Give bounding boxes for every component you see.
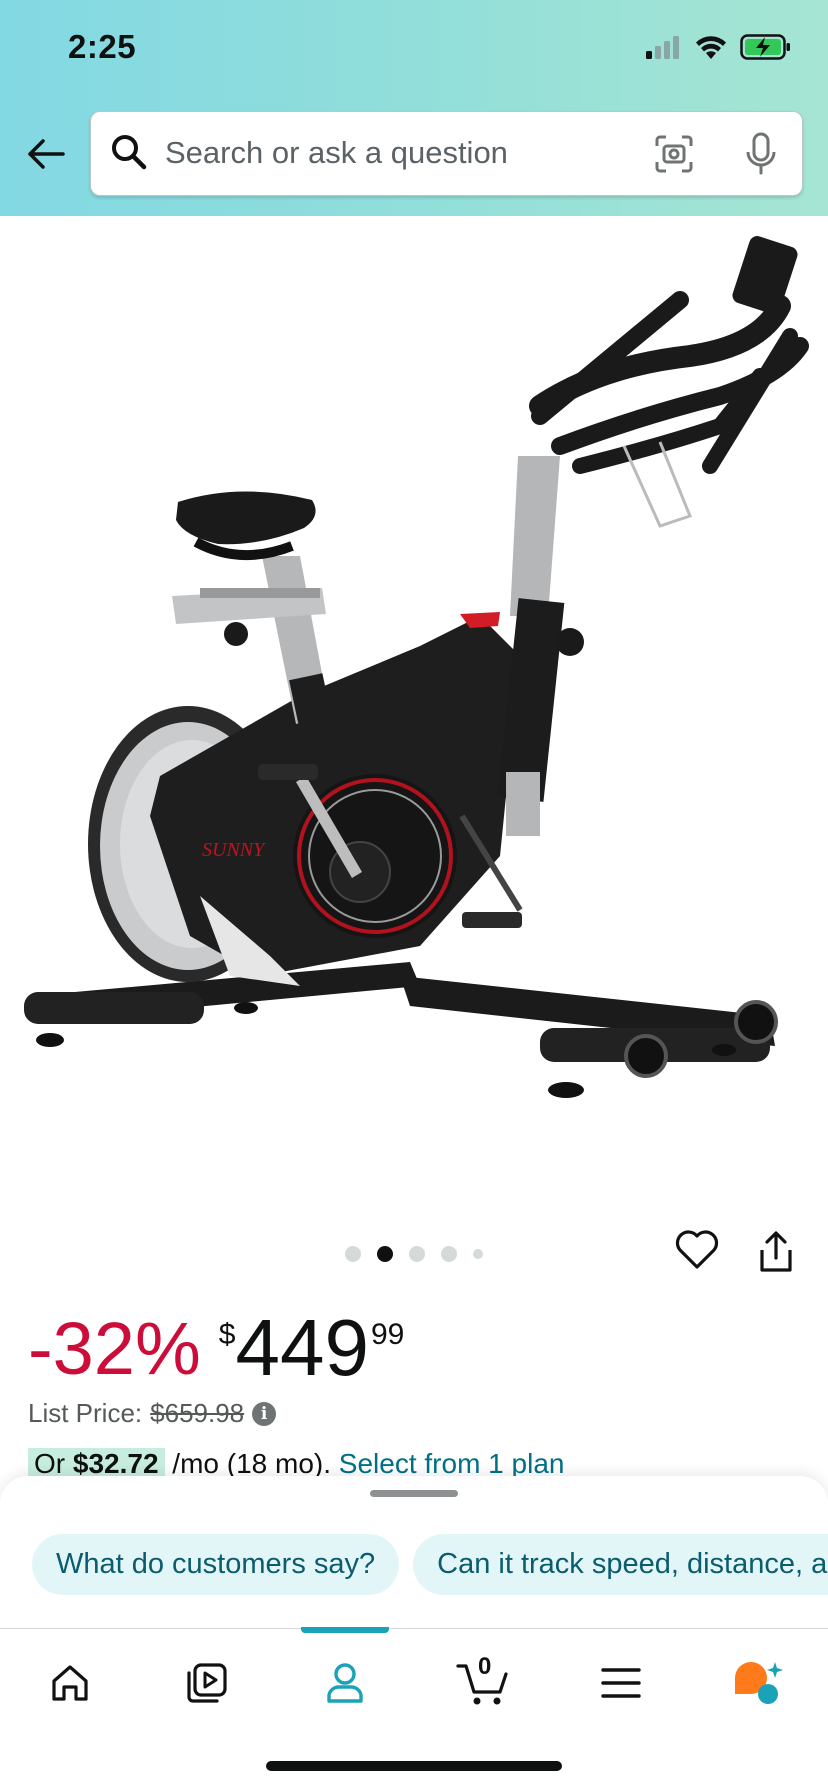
active-tab-indicator <box>301 1627 389 1633</box>
wifi-icon <box>694 34 728 65</box>
nav-rufus[interactable] <box>728 1653 788 1713</box>
suggestion-chip[interactable]: What do customers say? <box>32 1534 400 1595</box>
video-play-icon <box>187 1663 227 1703</box>
gallery-dot[interactable] <box>345 1246 361 1262</box>
svg-text:SUNNY: SUNNY <box>202 839 266 861</box>
nav-account[interactable] <box>315 1653 375 1713</box>
gallery-dot-active[interactable] <box>377 1246 393 1262</box>
suggestion-chip[interactable]: Can it track speed, distance, and calori… <box>413 1534 828 1595</box>
suggestion-chips: What do customers say? Can it track spee… <box>32 1534 828 1595</box>
nav-home[interactable] <box>40 1653 100 1713</box>
account-icon <box>327 1663 363 1703</box>
info-icon[interactable]: i <box>252 1401 277 1426</box>
nav-menu[interactable] <box>591 1653 651 1713</box>
status-icons <box>644 34 792 65</box>
search-icon <box>109 132 149 177</box>
cart-count: 0 <box>478 1653 492 1680</box>
list-price-label: List Price: <box>28 1398 143 1428</box>
back-arrow-icon <box>28 139 65 169</box>
nav-cart[interactable]: 0 <box>454 1653 514 1713</box>
camera-search-icon[interactable] <box>654 134 694 179</box>
plan-amount: $32.72 <box>72 1448 159 1479</box>
nav-videos[interactable] <box>177 1653 237 1713</box>
heart-icon <box>675 1230 719 1269</box>
favorite-button[interactable] <box>675 1230 719 1275</box>
home-indicator <box>266 1761 562 1771</box>
plan-terms: /mo (18 mo). <box>164 1448 339 1479</box>
gallery-dot[interactable] <box>473 1249 483 1259</box>
home-icon <box>52 1665 88 1701</box>
select-plan-link[interactable]: Select from 1 plan <box>339 1448 565 1479</box>
battery-icon <box>740 34 792 65</box>
discount-percent: -32% <box>28 1307 201 1390</box>
list-price: List Price: $659.98 i <box>28 1398 277 1429</box>
list-price-value: $659.98 <box>150 1398 245 1428</box>
share-icon <box>760 1231 792 1272</box>
assistant-sheet[interactable]: What do customers say? Can it track spee… <box>0 1476 828 1628</box>
microphone-icon[interactable] <box>744 132 778 181</box>
exercise-bike-illustration: SUNNY <box>24 236 809 1098</box>
signal-icon <box>644 35 682 64</box>
price-currency: $ <box>218 1318 236 1351</box>
rufus-assistant-icon <box>735 1662 783 1704</box>
search-bar[interactable]: Search or ask a question <box>90 111 803 196</box>
header: 2:25 Search or ask a question <box>0 0 828 216</box>
sheet-grabber[interactable] <box>370 1490 458 1497</box>
price-whole: 449 <box>235 1303 369 1392</box>
gallery-dot[interactable] <box>441 1246 457 1262</box>
search-placeholder[interactable]: Search or ask a question <box>165 135 508 171</box>
status-time: 2:25 <box>68 28 137 65</box>
back-button[interactable] <box>22 130 70 178</box>
gallery-dot[interactable] <box>409 1246 425 1262</box>
price-fraction: 99 <box>370 1318 405 1351</box>
menu-icon <box>601 1668 641 1698</box>
price-row: -32% $ 449 99 <box>28 1300 404 1388</box>
product-image[interactable]: SUNNY <box>0 216 828 1206</box>
plan-prefix: Or <box>34 1448 73 1479</box>
share-button[interactable] <box>756 1230 796 1279</box>
